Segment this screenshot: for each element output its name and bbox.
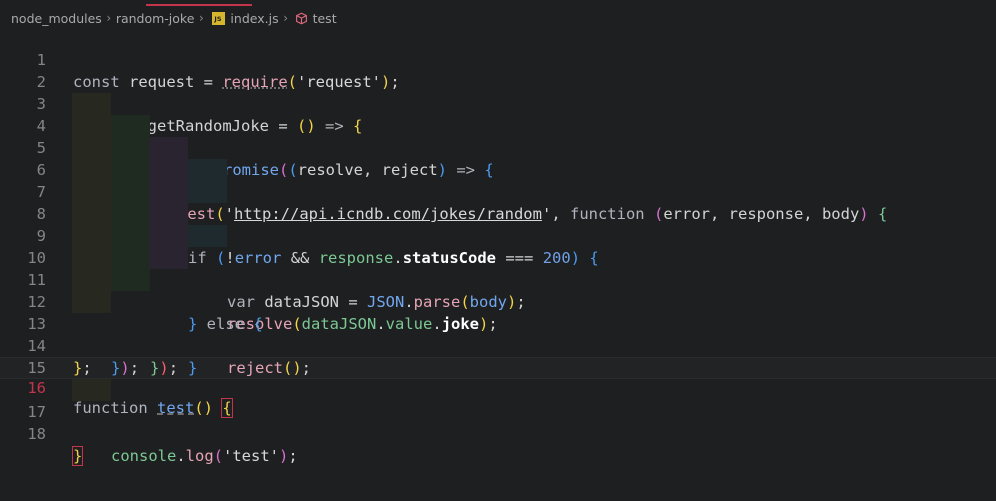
code-line-9[interactable]: 9 } else { [0, 203, 996, 333]
code-line-1[interactable]: 1 const request = require('request'); [0, 27, 996, 91]
indent-guide [72, 137, 111, 159]
breadcrumb-item-index-js[interactable]: index.js [230, 11, 278, 26]
line-code: console.log('test'); [111, 447, 298, 465]
code-line-7[interactable]: 7 var dataJSON = JSON.parse(body); [0, 159, 996, 311]
indent-guide [72, 379, 111, 401]
indent-guide [149, 181, 188, 203]
indent-guide [72, 203, 111, 225]
indent-guide [149, 137, 188, 159]
indent-guide [72, 291, 111, 313]
indent-guide [111, 137, 150, 159]
code-line-17[interactable]: 17 console.log('test'); [0, 379, 996, 465]
indent-guide [72, 115, 111, 137]
breadcrumb-item-random-joke[interactable]: random-joke [116, 11, 195, 26]
matched-bracket: } [71, 446, 84, 466]
indent-guide [72, 181, 111, 203]
indent-guide [111, 247, 150, 269]
indent-guide [111, 225, 150, 247]
code-line-2[interactable]: 2 [0, 49, 996, 91]
code-line-15[interactable]: 15 [0, 335, 996, 377]
indent-guide [149, 225, 188, 247]
indent-guide [149, 159, 188, 181]
chevron-right-icon: › [106, 11, 112, 25]
js-file-icon: JS [212, 11, 226, 25]
code-line-14[interactable]: 14 }; [0, 313, 996, 377]
chevron-right-icon: › [283, 11, 288, 25]
indent-guide [72, 159, 111, 181]
code-line-18[interactable]: 18 } [0, 401, 996, 466]
indent-guide [111, 269, 150, 291]
breadcrumb: node_modules › random-joke › JS index.js… [11, 8, 337, 28]
code-line-4[interactable]: 4 return new Promise((resolve, reject) =… [0, 93, 996, 179]
code-line-5[interactable]: 5 request('http://api.icndb.com/jokes/ra… [0, 115, 996, 223]
indent-guide [149, 203, 188, 225]
indent-guide [72, 269, 111, 291]
indent-guide [111, 181, 150, 203]
code-line-12[interactable]: 12 }); [0, 269, 996, 377]
indent-guide [111, 203, 150, 225]
symbol-method-icon [295, 12, 307, 24]
indent-guide [72, 93, 111, 115]
code-line-3[interactable]: 3 exports.getRandomJoke = () => { [0, 71, 996, 135]
code-line-10[interactable]: 10 reject(); [0, 225, 996, 377]
indent-guide [111, 159, 150, 181]
active-tab-indicator [146, 4, 252, 6]
indent-guide [111, 115, 150, 137]
line-code: } [71, 445, 84, 467]
code-line-16[interactable]: 16 function test() { [0, 357, 996, 418]
indent-guide [72, 247, 111, 269]
indent-guide [188, 181, 227, 203]
code-line-11[interactable]: 11 } [0, 247, 996, 377]
indent-guide [188, 159, 227, 181]
indent-guide [72, 225, 111, 247]
code-line-8[interactable]: 8 resolve(dataJSON.value.joke); [0, 181, 996, 333]
chevron-right-icon: › [199, 11, 204, 25]
code-line-6[interactable]: 6 if (!error && response.statusCode === … [0, 137, 996, 267]
line-number: 18 [27, 425, 46, 443]
code-editor[interactable]: 1 const request = require('request'); 2 … [0, 27, 996, 466]
indent-guide [149, 247, 188, 269]
breadcrumb-item-test[interactable]: test [313, 11, 337, 26]
code-line-13[interactable]: 13 }); [0, 291, 996, 377]
breadcrumb-item-node-modules[interactable]: node_modules [11, 11, 102, 26]
indent-guide [188, 225, 227, 247]
